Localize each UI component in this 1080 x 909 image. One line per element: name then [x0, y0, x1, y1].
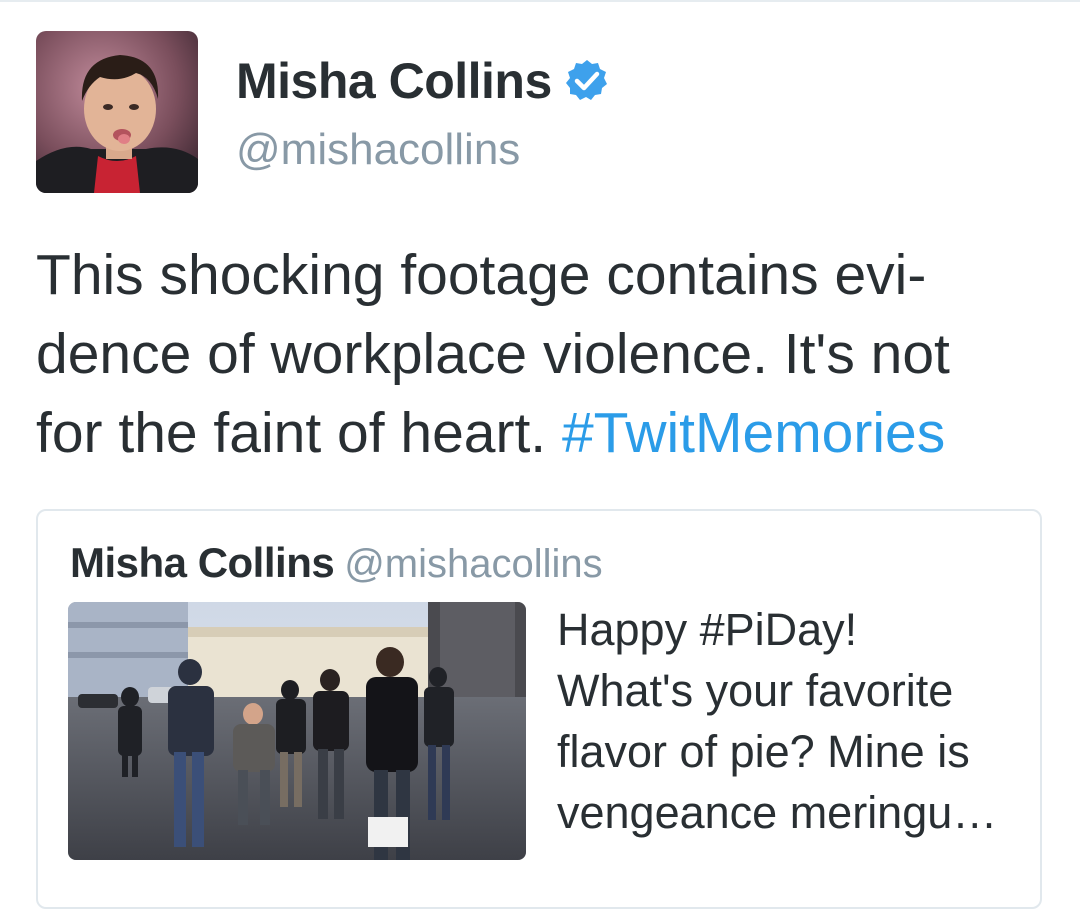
verified-badge-icon: [564, 58, 610, 104]
quoted-text-line: flavor of pie? Mine is: [557, 726, 970, 777]
quoted-tweet-card[interactable]: Misha Collins @mishacollins Happy #PiDay…: [36, 509, 1042, 909]
quoted-text-line: vengeance meringu…: [557, 787, 998, 838]
quoted-text-line: Happy #PiDay!: [557, 604, 858, 655]
avatar[interactable]: [36, 31, 198, 193]
tweet-text-line: dence of workplace violence. It's not: [36, 322, 950, 386]
avatar-photo: [36, 31, 198, 193]
author-name[interactable]: Misha Collins: [236, 52, 552, 110]
quoted-tweet-header: Misha Collins @mishacollins: [70, 539, 603, 587]
quoted-media-thumbnail[interactable]: [68, 602, 526, 860]
quoted-author-handle: @mishacollins: [344, 542, 603, 586]
quoted-text-line: What's your favorite: [557, 665, 954, 716]
tweet-text-line-last: for the faint of heart. #TwitMemories: [36, 394, 1046, 473]
quoted-author-name: Misha Collins: [70, 539, 335, 586]
hashtag-link[interactable]: #TwitMemories: [562, 401, 945, 465]
quoted-tweet-text: Happy #PiDay! What's your favorite flavo…: [557, 599, 1027, 843]
tweet-text-line: for the faint of heart.: [36, 401, 562, 465]
tweet-text-line: This shocking footage contains evi-: [36, 243, 927, 307]
author-handle[interactable]: @mishacollins: [236, 125, 520, 175]
video-thumbnail-icon: [68, 602, 526, 860]
top-divider: [0, 0, 1080, 2]
author-name-row[interactable]: Misha Collins: [236, 52, 610, 110]
tweet-text: This shocking footage contains evi- denc…: [36, 236, 1046, 473]
